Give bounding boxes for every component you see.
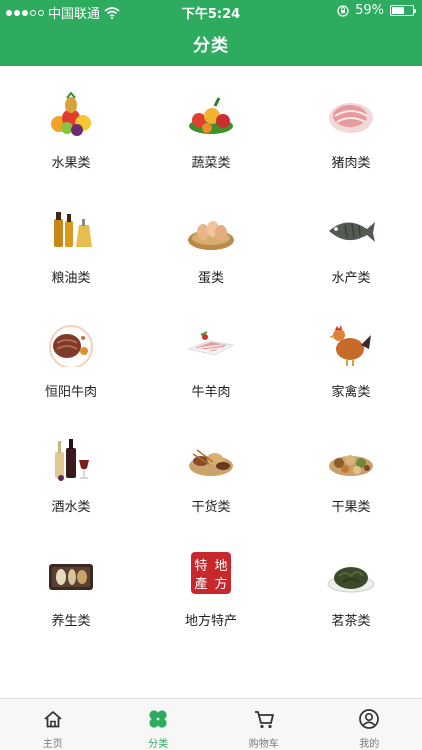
poultry-icon [329,325,371,366]
svg-text:特: 特 [194,559,207,574]
category-label: 水果类 [51,156,91,171]
tab-label: 分类 [148,739,169,750]
eggs-icon [188,220,234,250]
category-item[interactable]: 蔬菜类 [141,70,281,184]
category-item[interactable]: 茗茶类 [281,528,421,642]
rotation-lock-icon [337,4,349,17]
top-bar: 中国联通 下午5:24 59% 分类 [0,0,422,66]
category-item[interactable]: 干果类 [281,414,421,528]
category-item[interactable]: 干货类 [141,414,281,528]
user-icon [359,709,380,729]
svg-text:地: 地 [214,559,227,574]
local-specialty-stamp-icon: 特地產方 [191,552,231,594]
tab-label: 购物车 [248,739,279,750]
category-label: 水产类 [331,270,371,286]
status-bar: 中国联通 下午5:24 59% [0,0,422,22]
fish-icon [329,221,375,242]
category-label: 茗茶类 [331,614,371,629]
tab-home[interactable]: 主页 [0,699,106,750]
category-item[interactable]: 水产类 [281,185,421,299]
tab-label: 主页 [42,739,63,750]
category-label: 恒阳牛肉 [44,385,97,400]
pork-icon [329,103,373,133]
battery-percent: 59% [355,3,384,18]
nuts-icon [329,454,373,476]
grain-oil-icon [54,211,92,247]
category-label: 粮油类 [51,270,91,286]
category-item[interactable]: 特地產方地方特产 [141,528,281,642]
battery-icon [390,5,416,16]
category-label: 牛羊肉 [191,385,231,400]
category-item[interactable]: 猪肉类 [281,70,421,184]
category-label: 家禽类 [331,385,371,400]
beef-mutton-icon [187,331,235,356]
category-item[interactable]: 恒阳牛肉 [1,299,141,413]
beef-steak-icon [49,325,93,367]
tab-user[interactable]: 我的 [317,699,422,750]
dried-goods-icon [189,448,233,476]
fruits-icon [51,92,91,136]
category-label: 蔬菜类 [191,156,231,171]
category-item[interactable]: 水果类 [1,70,141,184]
health-food-icon [49,564,93,590]
category-label: 猪肉类 [331,156,371,171]
category-label: 地方特产 [184,614,237,629]
category-label: 酒水类 [51,499,91,515]
category-label: 蛋类 [197,270,224,286]
svg-text:方: 方 [214,576,227,592]
cart-icon [254,711,274,729]
category-label: 干果类 [331,499,371,515]
category-item[interactable]: 蛋类 [141,185,281,299]
category-label: 干货类 [191,499,231,515]
category-item[interactable]: 养生类 [1,528,141,642]
category-item[interactable]: 酒水类 [1,414,141,528]
category-item[interactable]: 粮油类 [1,185,141,299]
home-icon [44,711,62,728]
svg-text:產: 產 [194,576,207,592]
vegetables-icon [189,97,233,134]
category-grid: 水果类 蔬菜类 猪肉类粮油类 蛋类 水产类恒阳牛肉 牛羊肉 家禽类酒水类 干货类 干果类养生类 特… [0,66,422,698]
tab-clover[interactable]: 分类 [106,699,212,750]
tab-label: 我的 [359,739,380,750]
category-item[interactable]: 家禽类 [281,299,421,413]
page-title: 分类 [193,36,229,56]
tea-icon [327,567,375,593]
category-item[interactable]: 牛羊肉 [141,299,281,413]
category-label: 养生类 [51,614,91,629]
tab-cart[interactable]: 购物车 [211,699,317,750]
tab-bar: 主页 分类 购物车 我的 [0,698,422,750]
wine-icon [55,438,89,481]
clover-icon [149,710,167,728]
